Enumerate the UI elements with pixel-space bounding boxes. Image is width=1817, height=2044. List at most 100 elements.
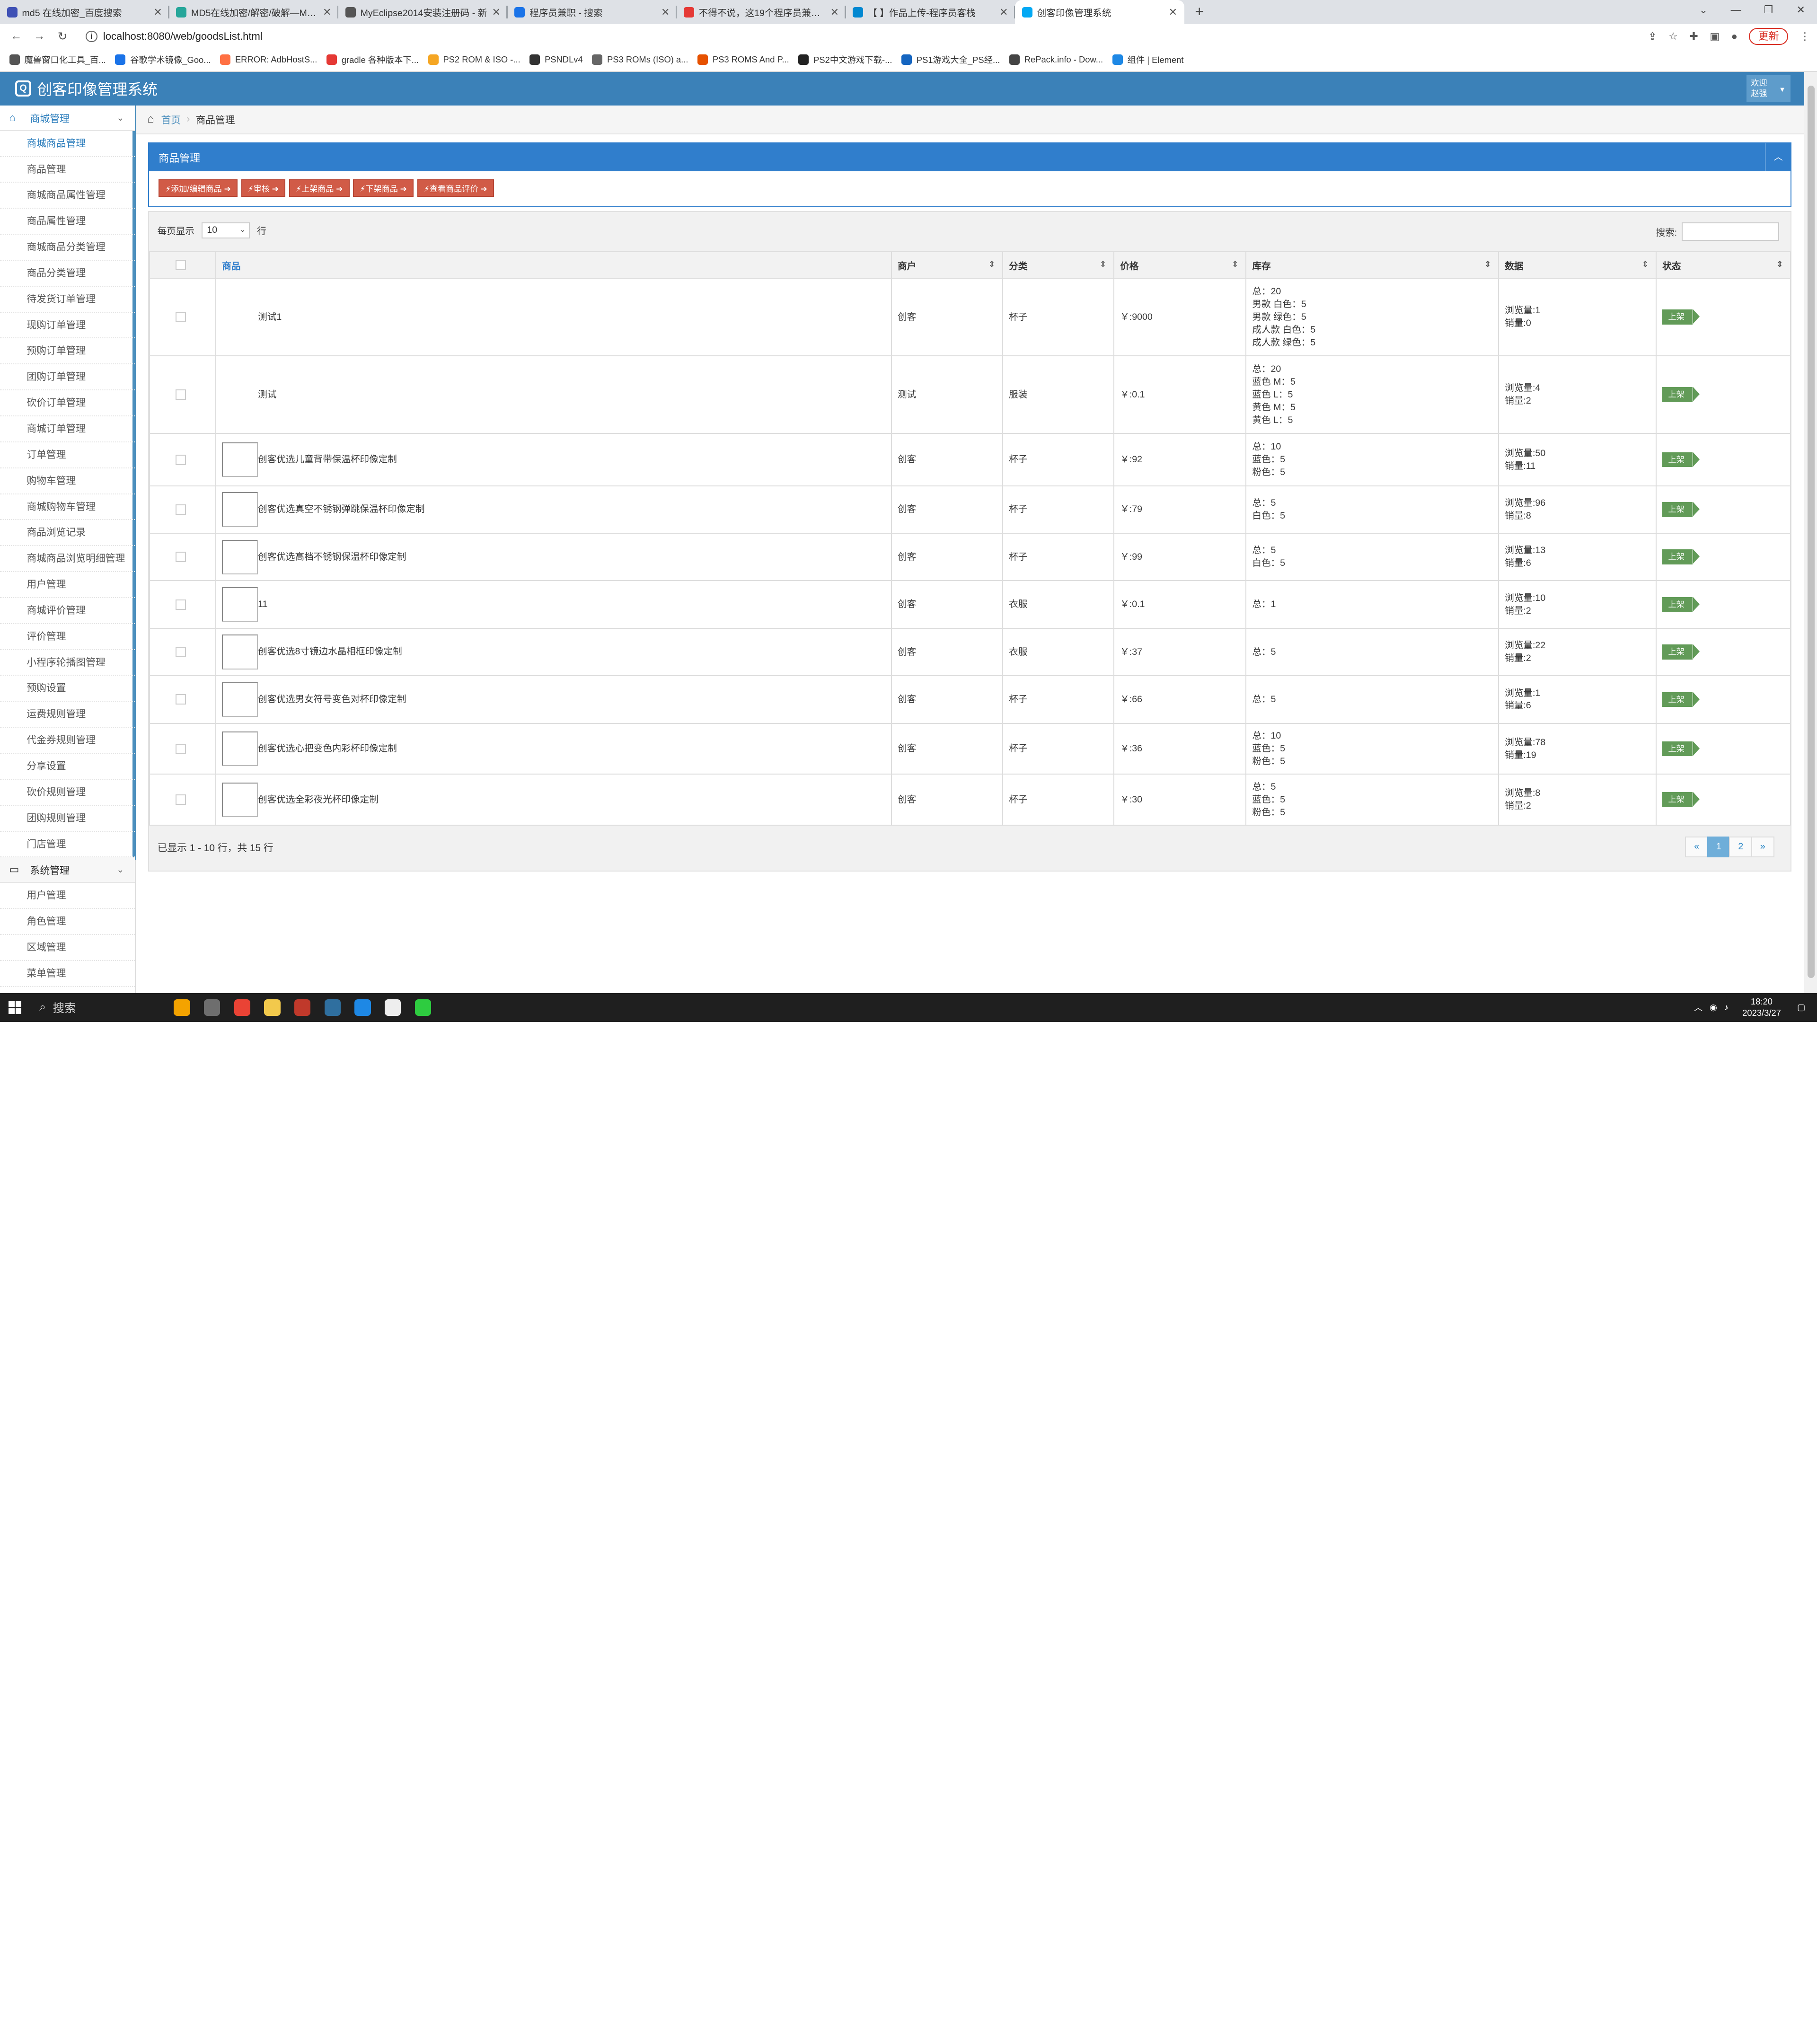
sidebar-item[interactable]: 预购设置 [0,676,135,702]
browser-tab[interactable]: MD5在线加密/解密/破解—MD5 ✕ [169,0,339,24]
row-checkbox[interactable] [176,389,186,400]
sidebar-item[interactable]: 角色管理 [0,909,135,935]
sidebar-item[interactable]: 运费规则管理 [0,702,135,728]
sidebar-item[interactable]: 商城订单管理 [0,416,135,442]
table-row[interactable]: 创客优选高档不锈钢保温杯印像定制 创客 杯子 ￥:99 总：5 白色：5 浏览量:13 销量:… [149,533,1791,581]
sidebar-item[interactable]: 订单管理 [0,442,135,468]
row-checkbox[interactable] [176,694,186,705]
row-checkbox[interactable] [176,312,186,323]
select-all-checkbox[interactable] [176,260,186,271]
menu-icon[interactable]: ⋮ [1799,30,1810,43]
page-length-select[interactable]: 10 ⌄ [201,222,250,239]
bookmark-item[interactable]: ERROR: AdbHostS... [220,54,317,65]
column-header-status[interactable]: 状态 ⇕ [1656,251,1791,279]
sidebar-item[interactable]: 用户管理 [0,572,135,598]
bookmark-item[interactable]: PS2 ROM & ISO -... [428,54,520,65]
forward-icon[interactable]: → [28,30,51,43]
close-tab-icon[interactable]: ✕ [999,6,1008,18]
scrollbar-thumb[interactable] [1808,86,1815,978]
profile-icon[interactable]: ● [1731,30,1738,43]
toolbar-button[interactable]: ⚡查看商品评价 ➔ [417,179,494,197]
sidebar-item[interactable]: 购物车管理 [0,468,135,494]
browser-tab[interactable]: MyEclipse2014安装注册码 - 新 ✕ [338,0,508,24]
tray-chevron-icon[interactable]: ︿ [1694,1001,1702,1013]
row-checkbox[interactable] [176,794,186,805]
sidebar-item[interactable]: 评价管理 [0,624,135,650]
windows-start-icon[interactable] [2,995,28,1020]
taskbar-app-icon[interactable] [348,993,378,1022]
pager-next[interactable]: » [1751,836,1774,857]
volume-icon[interactable]: ♪ [1724,1002,1729,1013]
taskbar-app-icon[interactable] [318,993,348,1022]
bookmark-item[interactable]: PS2中文游戏下载-... [798,53,892,66]
sidebar-item[interactable]: 团购规则管理 [0,806,135,832]
bookmark-item[interactable]: 谷歌学术镜像_Goo... [115,53,211,66]
row-checkbox[interactable] [176,504,186,515]
sidebar-item[interactable]: 商城评价管理 [0,598,135,624]
table-row[interactable]: 创客优选心把变色内彩杯印像定制 创客 杯子 ￥:36 总：10 蓝色：5 粉色：5 浏览量:7… [149,723,1791,775]
toolbar-button[interactable]: ⚡上架商品 ➔ [289,179,350,197]
bookmark-item[interactable]: 魔兽窗口化工具_百... [9,53,106,66]
sidebar-item[interactable]: 商品分类管理 [0,261,135,287]
toolbar-button[interactable]: ⚡添加/编辑商品 ➔ [159,179,238,197]
bookmark-item[interactable]: RePack.info - Dow... [1009,54,1103,65]
bookmark-item[interactable]: PS3 ROMS And P... [697,54,789,65]
table-row[interactable]: 创客优选全彩夜光杯印像定制 创客 杯子 ￥:30 总：5 蓝色：5 粉色：5 浏览量:8 销量:… [149,774,1791,826]
sidebar-item[interactable]: 商品管理 [0,157,135,183]
page-scrollbar[interactable] [1804,71,1817,993]
browser-tab[interactable]: md5 在线加密_百度搜索 ✕ [0,0,169,24]
table-row[interactable]: 创客优选男女符号变色对杯印像定制 创客 杯子 ￥:66 总：5 浏览量:1 销量:6 上架 [149,676,1791,724]
taskbar-app-icon[interactable] [167,993,197,1022]
close-tab-icon[interactable]: ✕ [492,6,500,18]
user-menu[interactable]: 欢迎 赵强 ▼ [1746,75,1791,102]
sidebar-item[interactable]: 商城商品浏览明细管理 [0,546,135,573]
sidebar-item[interactable]: 砍价规则管理 [0,780,135,806]
row-checkbox[interactable] [176,454,186,465]
table-row[interactable]: 测试 测试 服装 ￥:0.1 总：20 蓝色 M：5 蓝色 L：5 黄色 M：5 黄色 L：5 浏… [149,356,1791,434]
table-row[interactable]: 测试1 创客 杯子 ￥:9000 总：20 男款 白色：5 男款 绿色：5 成人款 白色：5 成… [149,278,1791,357]
sidebar-item[interactable]: 商城商品属性管理 [0,183,135,209]
sidebar-item[interactable]: 门店管理 [0,832,135,858]
taskbar-app-icon[interactable] [378,993,408,1022]
column-header-merchant[interactable]: 商户 ⇕ [891,251,1003,279]
new-tab-button[interactable]: + [1189,1,1210,22]
sidebar-item[interactable]: 商品属性管理 [0,209,135,235]
sidebar-item[interactable]: 现购订单管理 [0,313,135,339]
row-checkbox[interactable] [176,552,186,563]
sidebar-item[interactable]: 商城商品分类管理 [0,235,135,261]
browser-tab[interactable]: 【 】作品上传-程序员客栈 ✕ [846,0,1015,24]
close-tab-icon[interactable]: ✕ [323,6,331,18]
column-header-stock[interactable]: 库存 ⇕ [1245,251,1499,279]
bookmark-item[interactable]: 组件 | Element [1112,53,1184,66]
back-icon[interactable]: ← [5,30,28,43]
site-info-icon[interactable]: i [86,30,97,43]
taskbar-app-icon[interactable] [408,993,438,1022]
breadcrumb-home-link[interactable]: 首页 [161,112,181,126]
app-logo[interactable]: Q 创客印像管理系统 [15,78,158,99]
taskbar-search[interactable]: ⌕ 搜索 [28,993,167,1022]
extensions-icon[interactable]: ✚ [1689,30,1698,43]
sidebar-item[interactable]: 商城购物车管理 [0,494,135,520]
bookmark-item[interactable]: PS1游戏大全_PS经... [901,53,1000,66]
bookmark-item[interactable]: PSNDLv4 [529,54,583,65]
reload-icon[interactable]: ↻ [51,29,74,44]
close-tab-icon[interactable]: ✕ [153,6,162,18]
taskbar-app-icon[interactable] [287,993,318,1022]
bookmark-item[interactable]: gradle 各种版本下... [326,53,419,66]
sidepanel-icon[interactable]: ▣ [1710,30,1720,43]
notification-icon[interactable]: ▢ [1797,1002,1805,1013]
sidebar-item[interactable]: 待发货订单管理 [0,287,135,313]
chevron-up-icon[interactable]: ︿ [1765,143,1791,171]
table-row[interactable]: 创客优选儿童背带保温杯印像定制 创客 杯子 ￥:92 总：10 蓝色：5 粉色：5 浏览量:5… [149,433,1791,486]
search-input[interactable] [1681,222,1779,241]
sidebar-item[interactable]: 商品浏览记录 [0,520,135,546]
close-tab-icon[interactable]: ✕ [1169,6,1177,18]
table-row[interactable]: 创客优选真空不锈钢弹跳保温杯印像定制 创客 杯子 ￥:79 总：5 白色：5 浏览量:96 销… [149,485,1791,534]
minimize-icon[interactable]: — [1720,0,1752,20]
column-header-price[interactable]: 价格 ⇕ [1113,251,1247,279]
sidebar-item[interactable]: 商城商品管理 [0,131,135,157]
sidebar-item[interactable]: 代金券规则管理 [0,728,135,754]
sidebar-item[interactable]: 预购订单管理 [0,338,135,365]
sidebar-item[interactable]: 用户管理 [0,883,135,909]
close-window-icon[interactable]: ✕ [1784,0,1817,20]
